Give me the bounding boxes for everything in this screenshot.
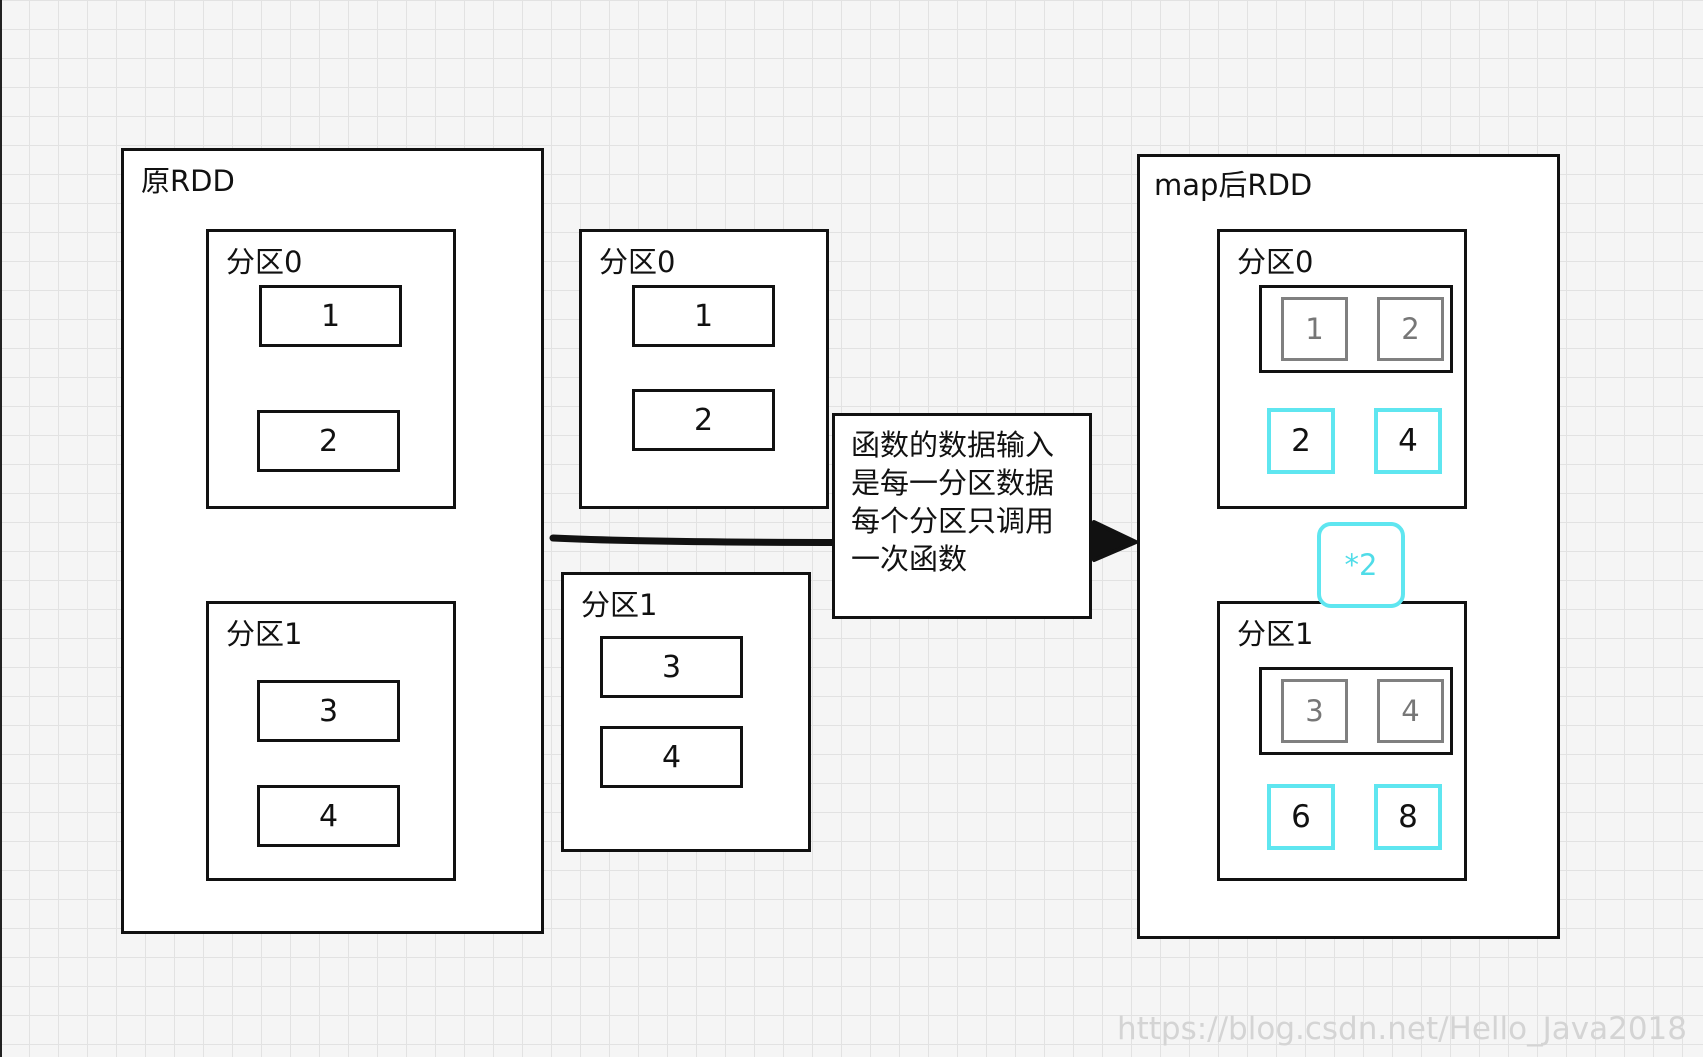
note-line-2: 是每一分区数据 — [851, 466, 1055, 500]
csdn-watermark: https://blog.csdn.net/Hello_Java2018 — [1116, 1011, 1687, 1047]
mapped-partition1-output-6: 6 — [1267, 784, 1335, 850]
mapped-rdd-title: map后RDD — [1154, 168, 1313, 202]
function-note-box: 函数的数据输入 是每一分区数据 每个分区只调用 一次函数 — [832, 413, 1092, 619]
note-line-1: 函数的数据输入 — [851, 428, 1055, 462]
mapped-partition0-label: 分区0 — [1237, 245, 1314, 279]
mapped-partition0-input-1: 1 — [1281, 297, 1348, 361]
multiplier-badge: *2 — [1317, 522, 1405, 608]
mapped-partition1-output-8: 8 — [1374, 784, 1442, 850]
note-line-3: 每个分区只调用 — [851, 504, 1055, 538]
mapped-partition1-label: 分区1 — [1237, 617, 1314, 651]
note-line-4: 一次函数 — [851, 542, 968, 576]
mapped-partition1-input-4: 4 — [1377, 679, 1444, 743]
mapped-partition0-output-4: 4 — [1374, 408, 1442, 474]
mapped-partition1-input-3: 3 — [1281, 679, 1348, 743]
mapped-partition0-input-2: 2 — [1377, 297, 1444, 361]
mapped-partition0-output-2: 2 — [1267, 408, 1335, 474]
